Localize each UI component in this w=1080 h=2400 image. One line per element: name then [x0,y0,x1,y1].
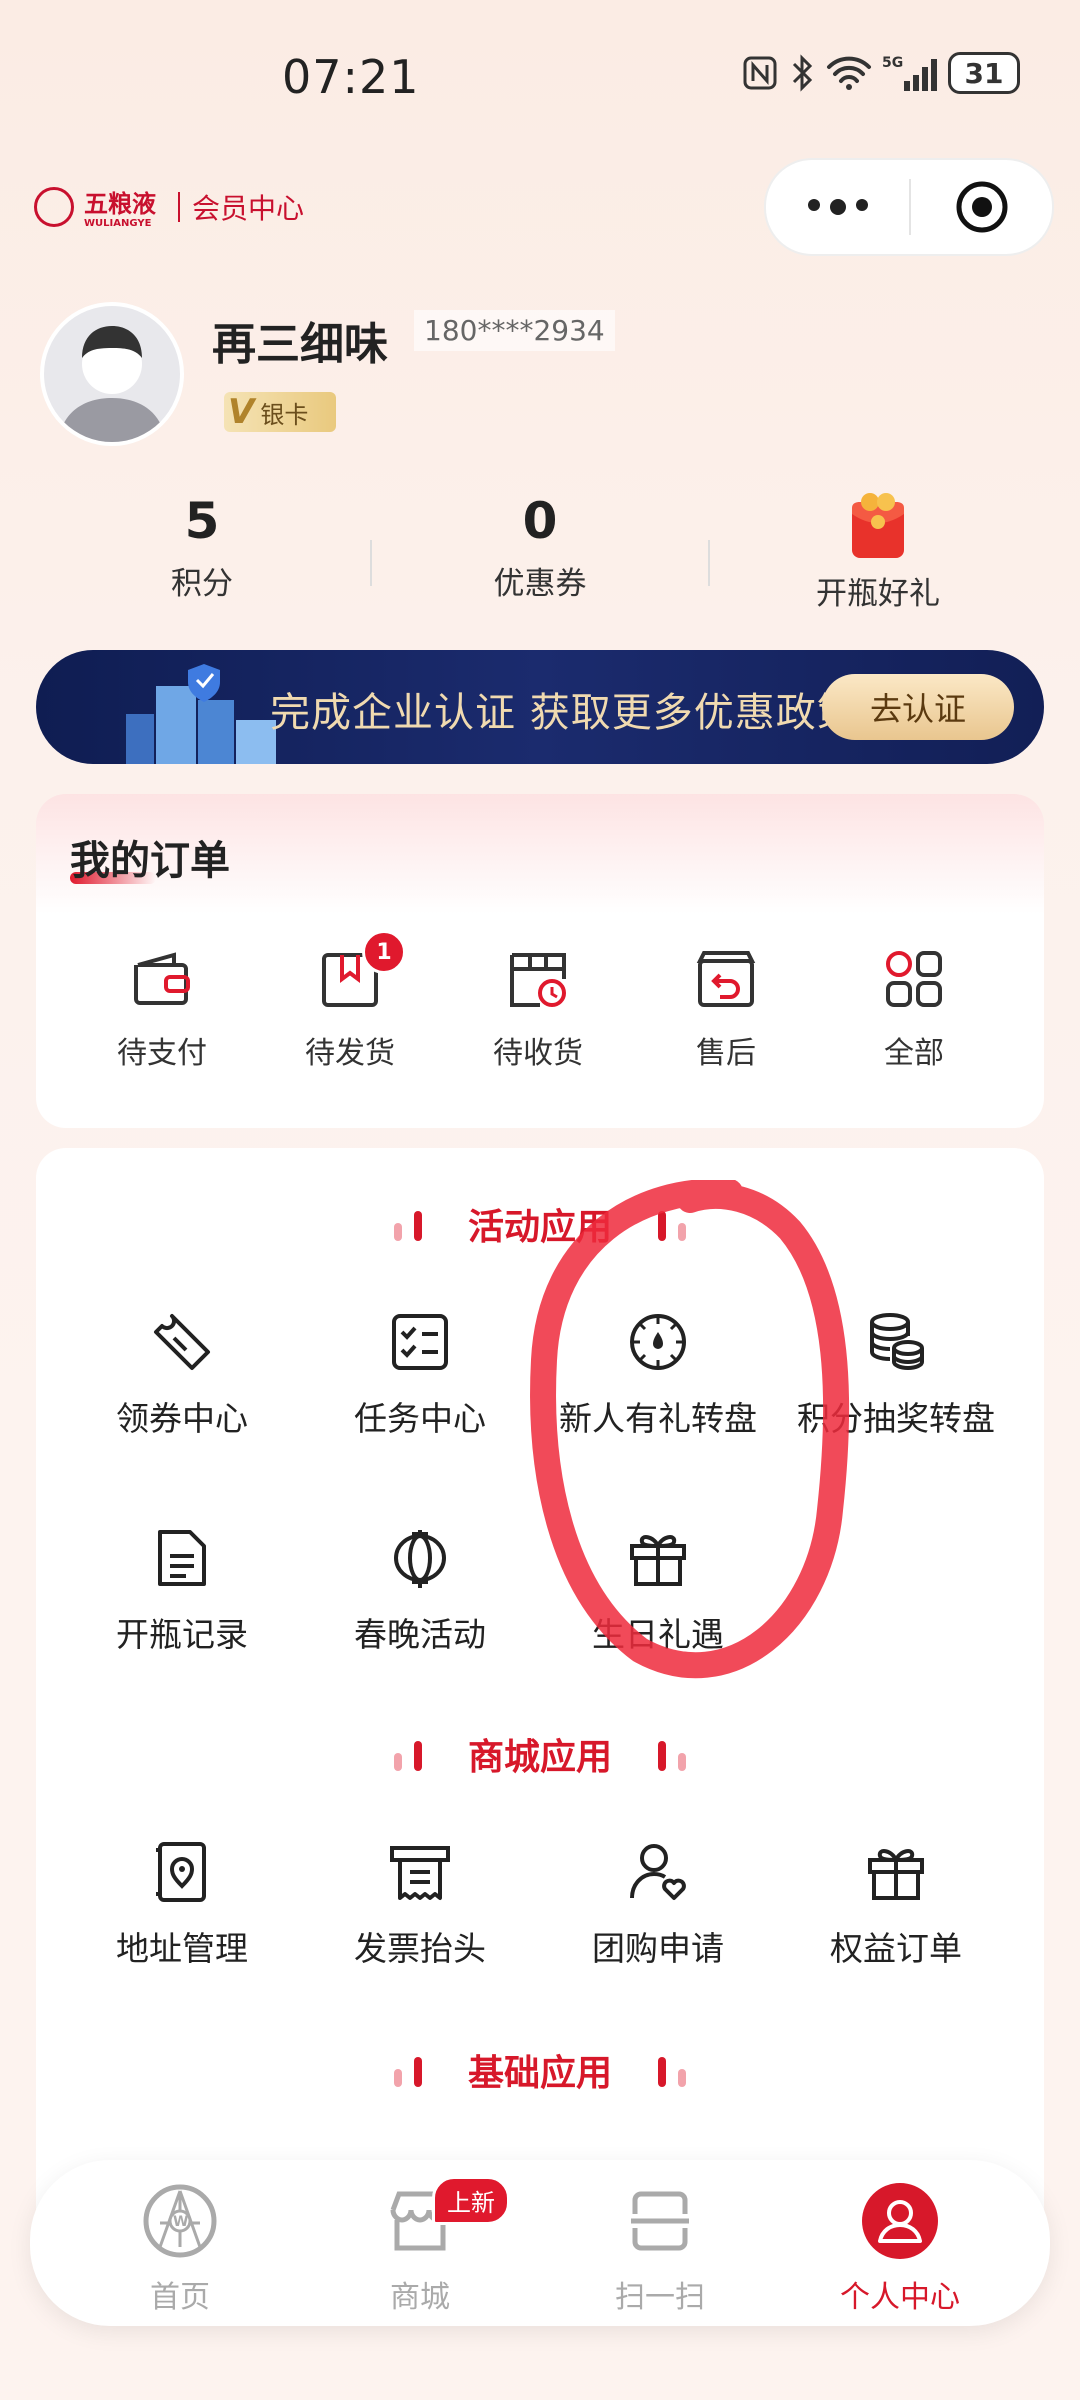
avatar[interactable] [40,302,184,446]
tab-home[interactable]: W 首页 [80,2178,280,2316]
return-box-icon [696,951,756,1007]
user-heart-icon [630,1844,686,1900]
phone-number: 180****2934 [414,310,615,351]
brand-name: 五粮液 [84,189,156,218]
coins-icon [870,1313,924,1371]
invoice-icon [390,1846,450,1900]
app-spring-gala[interactable]: 春晚活动 [302,1524,538,1656]
coupons-stat[interactable]: 0 优惠券 [390,492,690,603]
app-invoice-title-label: 发票抬头 [354,1929,486,1968]
app-coupon-center-label: 领券中心 [116,1399,248,1438]
app-invoice-title[interactable]: 发票抬头 [302,1838,538,1970]
enterprise-cert-banner[interactable]: 完成企业认证 获取更多优惠政策 去认证 [36,650,1044,764]
order-after-sales[interactable]: 售后 [646,944,806,1072]
scan-icon [631,2191,689,2251]
grid-icon [886,951,942,1007]
tab-mall[interactable]: 上新 商城 [320,2176,520,2316]
my-orders-card: 我的订单 待支付 1 待发货 待收货 售后 全部 [36,794,1044,1128]
order-pending-shipment[interactable]: 1 待发货 [270,930,430,1072]
orders-title: 我的订单 [70,838,230,884]
order-pending-shipment-label: 待发货 [305,1036,395,1071]
app-group-purchase[interactable]: 团购申请 [540,1838,776,1970]
order-all-label: 全部 [884,1036,944,1071]
app-bottle-records[interactable]: 开瓶记录 [64,1524,300,1656]
red-circle-annotation [530,1180,850,1679]
bottom-tab-bar: W 首页 上新 商城 扫一扫 个人中心 [30,2160,1050,2326]
app-task-center-label: 任务中心 [354,1399,486,1438]
app-address-management-label: 地址管理 [116,1929,248,1968]
tab-scan[interactable]: 扫一扫 [560,2178,760,2316]
signal-5g-icon: 5G [882,55,937,91]
v-icon: V [228,392,255,432]
app-group-purchase-label: 团购申请 [592,1929,724,1968]
user-icon [862,2183,938,2259]
miniprogram-capsule [764,158,1054,256]
brand-seal-icon [34,186,74,227]
tab-profile[interactable]: 个人中心 [800,2178,1000,2316]
points-value: 5 [184,492,220,550]
tab-scan-label: 扫一扫 [615,2280,705,2315]
status-time: 07:21 [282,50,420,104]
points-label: 积分 [171,566,233,602]
svg-text:W: W [173,2214,188,2230]
member-tier-badge[interactable]: V 银卡 [224,392,336,432]
new-arrival-badge: 上新 [432,2176,510,2225]
coupons-value: 0 [522,492,558,550]
svg-text:5G: 5G [882,55,903,71]
app-benefit-orders-label: 权益订单 [830,1929,962,1968]
bottle-gift-label: 开瓶好礼 [816,576,940,612]
box-clock-icon [510,953,566,1007]
checklist-icon [392,1314,448,1370]
battery-indicator: 31 [948,52,1020,94]
coupons-label: 优惠券 [493,566,587,602]
bluetooth-icon [792,54,813,92]
order-pending-payment-label: 待支付 [117,1036,207,1071]
nfc-icon [743,56,777,90]
basic-section-title: 基础应用 [36,2044,1044,2096]
banner-text: 完成企业认证 获取更多优惠政策 [270,690,858,736]
tier-label: 银卡 [260,400,309,429]
order-pending-payment[interactable]: 待支付 [82,944,242,1072]
order-all[interactable]: 全部 [834,944,994,1072]
red-envelope-icon [852,493,904,558]
app-address-management[interactable]: 地址管理 [64,1838,300,1970]
app-coupon-center[interactable]: 领券中心 [64,1308,300,1440]
avatar-placeholder-icon [58,326,166,442]
brand-sub: WULIANGYE [84,218,152,229]
nickname: 再三细味 [212,319,388,370]
app-task-center[interactable]: 任务中心 [302,1308,538,1440]
close-miniprogram-button[interactable] [911,179,1052,235]
app-bottle-records-label: 开瓶记录 [116,1615,248,1654]
go-certify-button[interactable]: 去认证 [822,674,1014,740]
home-logo-icon: W [143,2184,217,2258]
app-spring-gala-label: 春晚活动 [354,1615,486,1654]
gift-icon [868,1849,924,1900]
brand-section: 会员中心 [192,191,305,225]
wifi-icon [827,56,871,90]
order-after-sales-label: 售后 [696,1036,756,1071]
tab-home-label: 首页 [150,2280,210,2315]
target-close-icon [956,181,1007,233]
brand-logo: 五粮液 WULIANGYE 会员中心 [34,184,304,229]
more-button[interactable] [766,199,909,215]
tab-profile-label: 个人中心 [840,2280,960,2315]
shipment-count-badge: 1 [362,930,406,974]
bottle-gift-stat[interactable]: 开瓶好礼 [728,492,1028,613]
order-pending-receipt[interactable]: 待收货 [458,944,618,1072]
points-stat[interactable]: 5 积分 [52,492,352,603]
app-benefit-orders[interactable]: 权益订单 [778,1838,1014,1970]
tab-mall-label: 商城 [390,2280,450,2315]
order-pending-receipt-label: 待收货 [493,1036,583,1071]
document-icon [158,1530,206,1586]
location-book-icon [156,1842,206,1902]
lantern-icon [394,1530,446,1588]
wallet-icon [134,952,190,1005]
mall-section-title: 商城应用 [36,1728,1044,1780]
coupon-icon [154,1314,210,1370]
status-icons: 5G 31 [742,52,1020,94]
